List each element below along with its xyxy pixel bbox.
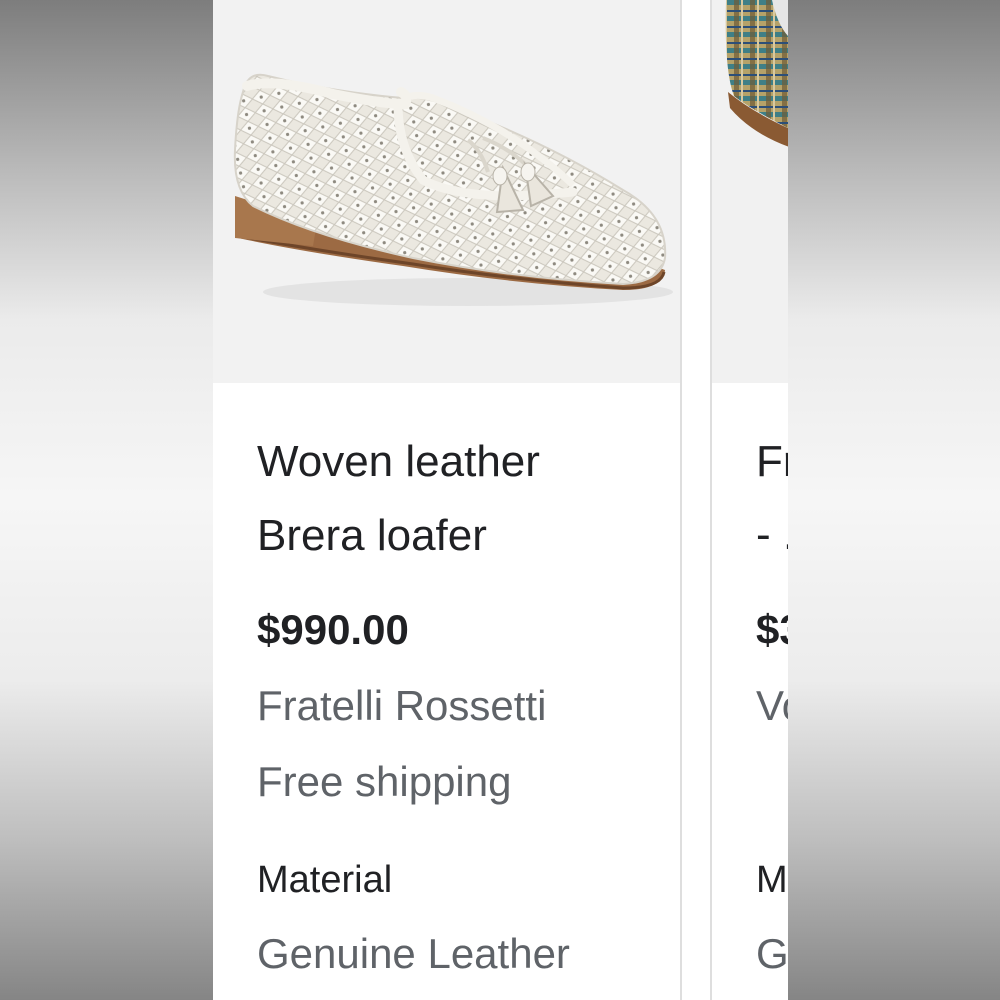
- attribute-label-partial: M: [756, 859, 788, 901]
- product-card[interactable]: Woven leather Brera loafer $990.00 Frate…: [213, 0, 682, 1000]
- left-blurred-background: [0, 0, 213, 1000]
- attribute-label: Material: [257, 859, 393, 901]
- attribute-value: Genuine Leather: [257, 930, 570, 977]
- seller-name-partial: Vo: [756, 682, 788, 729]
- attribute-value-partial: G: [756, 930, 788, 977]
- product-title-partial[interactable]: Fr: [756, 425, 788, 499]
- multicolor-plaid-shoe-image: [725, 0, 788, 147]
- product-price: $990.00: [257, 606, 409, 653]
- right-blurred-background: [788, 0, 1000, 1000]
- white-woven-loafer-image: [233, 73, 673, 306]
- product-title-line-1[interactable]: Woven leather: [257, 425, 657, 499]
- product-title-line-2-partial[interactable]: - .: [756, 505, 788, 565]
- shipping-info: Free shipping: [257, 758, 512, 805]
- product-title[interactable]: Woven leather Brera loafer: [257, 425, 657, 573]
- product-price-partial: $3: [756, 606, 788, 653]
- product-title-line-2[interactable]: Brera loafer: [257, 499, 657, 573]
- seller-name: Fratelli Rossetti: [257, 682, 547, 729]
- shopping-results-carousel: Woven leather Brera loafer $990.00 Frate…: [213, 0, 788, 1000]
- product-image[interactable]: [213, 0, 680, 383]
- product-image[interactable]: [712, 0, 788, 383]
- product-card[interactable]: Fr - . $3 Vo M G: [710, 0, 788, 1000]
